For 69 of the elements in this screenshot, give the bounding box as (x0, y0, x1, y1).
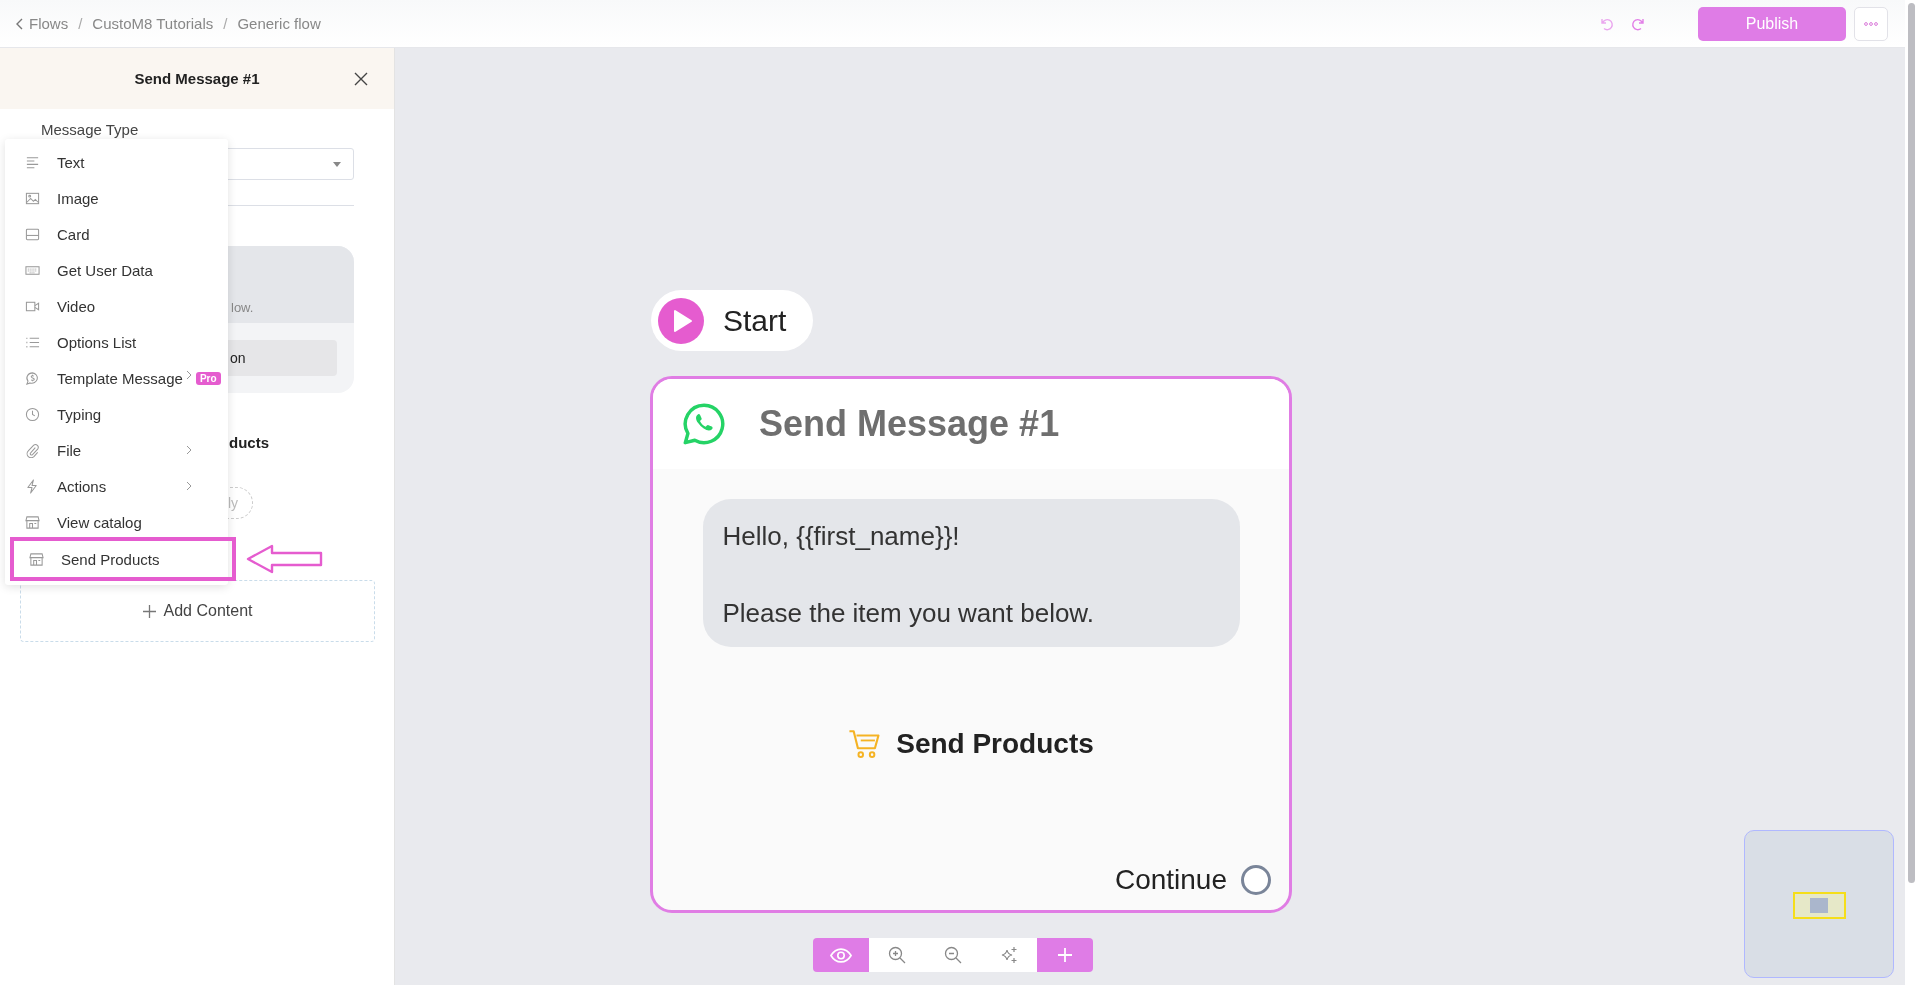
content-label: Send Products (896, 728, 1094, 761)
message-text: low. (231, 300, 254, 315)
message-bubble: Hello, {{first_name}}! Please the item you want below. (702, 499, 1240, 648)
zoom-in-icon (888, 946, 906, 964)
menu-item-label: Text (57, 153, 85, 171)
play-icon (658, 297, 704, 344)
menu-item-label: File (57, 441, 82, 459)
image-icon (25, 190, 40, 206)
menu-item-label: Video (57, 297, 96, 315)
menu-item-label: Options List (57, 333, 137, 351)
minimap-viewport[interactable] (1792, 891, 1846, 919)
back-icon[interactable] (15, 17, 23, 30)
card-icon (25, 226, 40, 242)
chat-phone-icon (681, 401, 727, 447)
menu-item[interactable]: Get User Data (5, 252, 228, 288)
breadcrumb-link[interactable]: Flows (29, 15, 69, 32)
close-icon[interactable] (354, 72, 368, 86)
store-icon (25, 514, 40, 530)
menu-item[interactable]: Video (5, 288, 228, 324)
minimap[interactable] (1744, 830, 1894, 978)
menu-item-label: Actions (57, 477, 107, 495)
menu-item-label: Send Products (61, 550, 160, 568)
add-content-button[interactable]: Add Content (20, 580, 375, 642)
auto-layout-button[interactable] (981, 938, 1037, 972)
lines-icon (25, 154, 40, 170)
sparkle-icon (1000, 946, 1018, 964)
store-icon (29, 551, 44, 567)
menu-item-label: View catalog (57, 513, 142, 531)
lightning-icon (25, 478, 40, 494)
output-label: Continue (1114, 864, 1227, 896)
field-label: Message Type (41, 121, 139, 138)
scroll-thumb[interactable] (1908, 3, 1915, 883)
more-icon (1864, 21, 1878, 26)
breadcrumb-link[interactable]: CustoM8 Tutorials (92, 15, 214, 32)
breadcrumb-link[interactable]: Generic flow (237, 15, 321, 32)
node-title: Send Message #1 (759, 403, 1060, 445)
menu-item-label: Get User Data (57, 261, 153, 279)
more-button[interactable] (1854, 6, 1888, 41)
message-node[interactable]: Send Message #1 Hello, {{first_name}}! Please the item you want below. Send Products Continue (650, 376, 1292, 913)
clock-icon (25, 406, 40, 422)
menu-item[interactable]: Typing (5, 396, 228, 432)
zoom-out-icon (944, 946, 962, 964)
breadcrumb-separator: / (223, 15, 228, 32)
menu-item-label: Card (57, 225, 90, 243)
dollar-chat-icon (25, 370, 40, 386)
menu-item-label: Image (57, 189, 99, 207)
paperclip-icon (25, 442, 40, 458)
menu-item[interactable]: Send Products (10, 537, 236, 581)
eye-icon (830, 947, 852, 963)
minimap-node (1810, 897, 1828, 913)
caret-icon (333, 162, 341, 167)
menu-item[interactable]: Text (5, 144, 228, 180)
panel-title: Send Message #1 (134, 70, 260, 87)
output-port[interactable] (1241, 865, 1271, 895)
menu-item[interactable]: File (5, 432, 228, 468)
menu-item-label: Template Message (57, 369, 183, 387)
add-node-button[interactable] (1037, 938, 1093, 972)
start-node[interactable]: Start (651, 290, 813, 351)
menu-item[interactable]: Card (5, 216, 228, 252)
plus-icon (142, 604, 156, 618)
section-title: ducts (229, 434, 269, 451)
menu-item-label: Typing (57, 405, 102, 423)
pro-badge: Pro (195, 371, 221, 385)
zoom-in-button[interactable] (869, 938, 925, 972)
menu-item[interactable]: Image (5, 180, 228, 216)
breadcrumb-separator: / (78, 15, 83, 32)
plus-icon (1057, 947, 1073, 963)
preview-button[interactable] (813, 938, 869, 972)
start-label: Start (723, 303, 787, 338)
